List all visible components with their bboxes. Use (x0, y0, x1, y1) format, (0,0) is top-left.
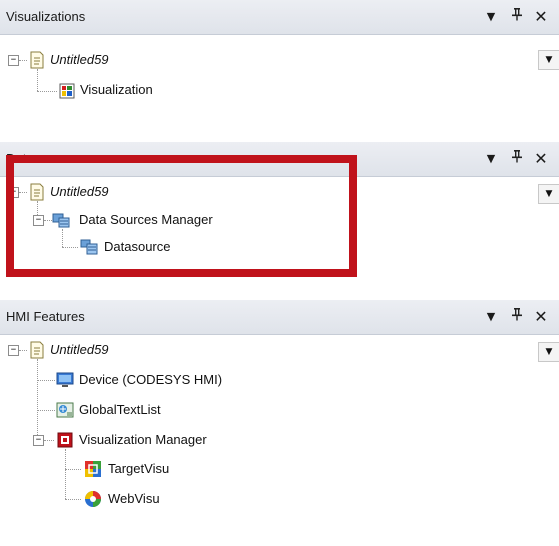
visualizations-pane: Visualizations ▼ ✕ ▼ − Untitled59 Visual… (0, 0, 559, 136)
visualizations-tree: ▼ − Untitled59 Visualization (0, 35, 559, 136)
scroll-down-button[interactable]: ▼ (538, 342, 559, 362)
pane-menu-button[interactable]: ▼ (482, 149, 500, 169)
web-visu-icon (85, 491, 101, 507)
pane-menu-button[interactable]: ▼ (482, 7, 500, 27)
pin-icon[interactable] (508, 307, 526, 327)
tree-connector (37, 91, 57, 92)
hmi-features-title: HMI Features (6, 309, 85, 324)
tree-connector (19, 60, 27, 61)
tree-connector (37, 380, 55, 381)
visualization-icon (59, 83, 75, 99)
tree-root-label[interactable]: Untitled59 (50, 342, 109, 357)
tree-item-global-text-list[interactable]: GlobalTextList (79, 402, 161, 417)
tree-item-web-visu[interactable]: WebVisu (108, 491, 160, 506)
hmi-features-pane: HMI Features ▼ ✕ ▼ − Untitled59 Device (… (0, 300, 559, 546)
tree-connector (37, 69, 38, 91)
tree-connector (65, 499, 81, 500)
pin-icon[interactable] (508, 7, 526, 27)
visualization-manager-icon (57, 432, 73, 448)
highlight-box (6, 155, 357, 277)
scroll-down-button[interactable]: ▼ (538, 184, 559, 204)
tree-item-device[interactable]: Device (CODESYS HMI) (79, 372, 222, 387)
pin-icon[interactable] (508, 149, 526, 169)
collapse-toggle[interactable]: − (8, 55, 19, 66)
device-icon (56, 372, 74, 387)
tree-connector (65, 449, 66, 499)
tree-connector (37, 359, 38, 439)
tree-item-visualization-manager[interactable]: Visualization Manager (79, 432, 207, 447)
tree-item-visualization[interactable]: Visualization (80, 82, 153, 97)
visualizations-title: Visualizations (6, 9, 86, 24)
close-icon[interactable]: ✕ (532, 307, 550, 327)
text-list-icon (56, 402, 74, 418)
tree-item-target-visu[interactable]: TargetVisu (108, 461, 169, 476)
tree-connector (37, 410, 55, 411)
tree-connector (65, 469, 81, 470)
pane-menu-button[interactable]: ▼ (482, 307, 500, 327)
hmi-features-tree: ▼ − Untitled59 Device (CODESYS HMI) Glob… (0, 335, 559, 546)
tree-connector (44, 440, 54, 441)
scroll-down-button[interactable]: ▼ (538, 50, 559, 70)
visualizations-header: Visualizations ▼ ✕ (0, 0, 559, 35)
close-icon[interactable]: ✕ (532, 149, 550, 169)
collapse-toggle[interactable]: − (33, 435, 44, 446)
project-file-icon (30, 51, 44, 69)
close-icon[interactable]: ✕ (532, 7, 550, 27)
tree-connector (19, 350, 27, 351)
tree-root-label[interactable]: Untitled59 (50, 52, 109, 67)
target-visu-icon (85, 461, 101, 477)
hmi-features-header: HMI Features ▼ ✕ (0, 300, 559, 335)
collapse-toggle[interactable]: − (8, 345, 19, 356)
project-file-icon (30, 341, 44, 359)
